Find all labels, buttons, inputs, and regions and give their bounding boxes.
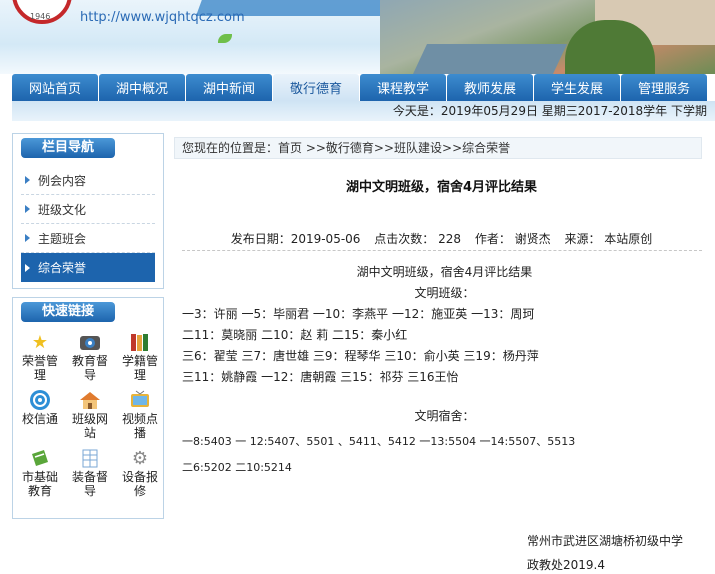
triangle-right-icon — [25, 234, 30, 242]
nav-curriculum[interactable]: 课程教学 — [360, 74, 446, 101]
class-line: 二11：莫晓丽 二10：赵 莉 二15：秦小红 — [182, 328, 408, 342]
source: 来源： 本站原创 — [564, 232, 653, 246]
class-heading: 文明班级： — [414, 286, 475, 300]
quick-link-label: 教育督导 — [71, 354, 108, 382]
campus-photo — [380, 0, 715, 74]
quick-link-label: 设备报修 — [121, 470, 158, 498]
quick-link-equipment-supervision[interactable]: 装备督导 — [65, 446, 115, 498]
gears-icon: ⚙ — [131, 447, 149, 469]
article-meta: 发布日期：2019-05-06 点击次数： 228 作者： 谢贤杰 来源： 本站… — [174, 230, 709, 247]
quick-links-box: 快速链接 ★ 荣誉管理 教育督导 学籍管理 校信通 班级网站 视频点播 市基础教… — [12, 297, 164, 519]
camera-icon — [77, 330, 103, 354]
quick-link-label: 校信通 — [21, 412, 58, 426]
sidebar-item-theme-meeting[interactable]: 主题班会 — [21, 224, 155, 253]
sidebar-item-label: 综合荣誉 — [38, 261, 87, 275]
quick-link-label: 班级网站 — [71, 412, 108, 440]
sidebar-item-label: 主题班会 — [38, 231, 87, 246]
quick-link-label: 视频点播 — [121, 412, 158, 440]
header-banner: 1946 http://www.wjqhtqcz.com — [0, 0, 715, 74]
quick-link-messaging[interactable]: 校信通 — [15, 388, 65, 440]
triangle-right-icon — [25, 263, 30, 272]
sidebar-item-meeting[interactable]: 例会内容 — [21, 166, 155, 195]
signature-dept: 政教处2019.4 — [527, 558, 605, 572]
meta-divider — [182, 250, 702, 251]
triangle-right-icon — [25, 205, 30, 213]
quick-link-label: 学籍管理 — [121, 354, 158, 382]
sidebar-item-honors[interactable]: 综合荣誉 — [21, 253, 155, 282]
column-nav-box: 栏目导航 例会内容 班级文化 主题班会 综合荣誉 — [12, 133, 164, 289]
article-subtitle: 湖中文明班级，宿舍4月评比结果 — [356, 265, 533, 279]
quick-link-label: 市基础教育 — [21, 470, 58, 498]
dorm-heading: 文明宿舍： — [414, 409, 475, 423]
article-title: 湖中文明班级，宿舍4月评比结果 — [345, 180, 538, 195]
leaf-icon — [218, 34, 232, 43]
quick-link-video[interactable]: 视频点播 — [115, 388, 165, 440]
quick-link-class-site[interactable]: 班级网站 — [65, 388, 115, 440]
signature-org: 常州市武进区湖塘桥初级中学 — [527, 534, 684, 548]
grid-doc-icon — [77, 446, 103, 470]
author: 作者： 谢贤杰 — [474, 232, 551, 246]
main-nav: 网站首页 湖中概况 湖中新闻 敬行德育 课程教学 教师发展 学生发展 管理服务 — [12, 74, 715, 101]
dorm-line: 二6:5202 二10:5214 — [182, 461, 292, 474]
column-nav-list: 例会内容 班级文化 主题班会 综合荣誉 — [13, 166, 163, 282]
dorm-line: 一8:5403 一 12:5407、5501 、5411、5412 一13:55… — [182, 435, 576, 448]
nav-student-dev[interactable]: 学生发展 — [534, 74, 620, 101]
class-line: 三11：姚静霞 一12：唐朝霞 三15：祁芬 三16王怡 — [182, 370, 459, 384]
house-icon — [77, 388, 103, 412]
article-body: 湖中文明班级，宿舍4月评比结果 文明班级： 一3：许丽 一5：毕丽君 一10：李… — [182, 262, 707, 478]
quick-link-label: 荣誉管理 — [21, 354, 58, 382]
breadcrumb: 您现在的位置是：首页 >>敬行德育>>班队建设>>综合荣誉 — [174, 137, 702, 159]
books-icon — [127, 330, 153, 354]
green-book-icon — [27, 446, 53, 470]
publish-date: 发布日期：2019-05-06 — [230, 232, 361, 246]
quick-link-honor[interactable]: ★ 荣誉管理 — [15, 330, 65, 383]
class-line: 三6：翟莹 三7：唐世雄 三9：程琴华 三10：俞小英 三19：杨丹萍 — [182, 349, 539, 363]
quick-link-records[interactable]: 学籍管理 — [115, 330, 165, 382]
date-bar: 今天是：2019年05月29日 星期三2017-2018学年 下学期 — [12, 101, 715, 121]
photo-court — [413, 44, 567, 74]
quick-link-supervision[interactable]: 教育督导 — [65, 330, 115, 382]
sidebar-item-class-culture[interactable]: 班级文化 — [21, 195, 155, 224]
site-url[interactable]: http://www.wjqhtqcz.com — [80, 10, 245, 25]
quick-link-label: 装备督导 — [71, 470, 108, 498]
click-count: 点击次数： 228 — [374, 232, 461, 246]
nav-news[interactable]: 湖中新闻 — [186, 74, 272, 101]
column-nav-title: 栏目导航 — [21, 138, 115, 158]
sidebar-item-label: 例会内容 — [38, 173, 87, 188]
signal-icon — [27, 388, 53, 412]
star-icon: ★ — [31, 331, 49, 353]
nav-overview[interactable]: 湖中概况 — [99, 74, 185, 101]
nav-home[interactable]: 网站首页 — [12, 74, 98, 101]
sidebar-item-label: 班级文化 — [38, 202, 87, 217]
quick-links-grid: ★ 荣誉管理 教育督导 学籍管理 校信通 班级网站 视频点播 市基础教育 装备督… — [15, 330, 165, 499]
triangle-right-icon — [25, 176, 30, 184]
nav-teacher-dev[interactable]: 教师发展 — [447, 74, 533, 101]
quick-links-title: 快速链接 — [21, 302, 115, 322]
quick-link-basic-edu[interactable]: 市基础教育 — [15, 446, 65, 498]
nav-moral-education[interactable]: 敬行德育 — [273, 74, 359, 101]
quick-link-repair[interactable]: ⚙ 设备报修 — [115, 446, 165, 499]
tv-icon — [127, 388, 153, 412]
logo-year: 1946 — [30, 12, 51, 21]
class-line: 一3：许丽 一5：毕丽君 一10：李燕平 一12：施亚英 一13：周珂 — [182, 307, 535, 321]
nav-management[interactable]: 管理服务 — [621, 74, 707, 101]
